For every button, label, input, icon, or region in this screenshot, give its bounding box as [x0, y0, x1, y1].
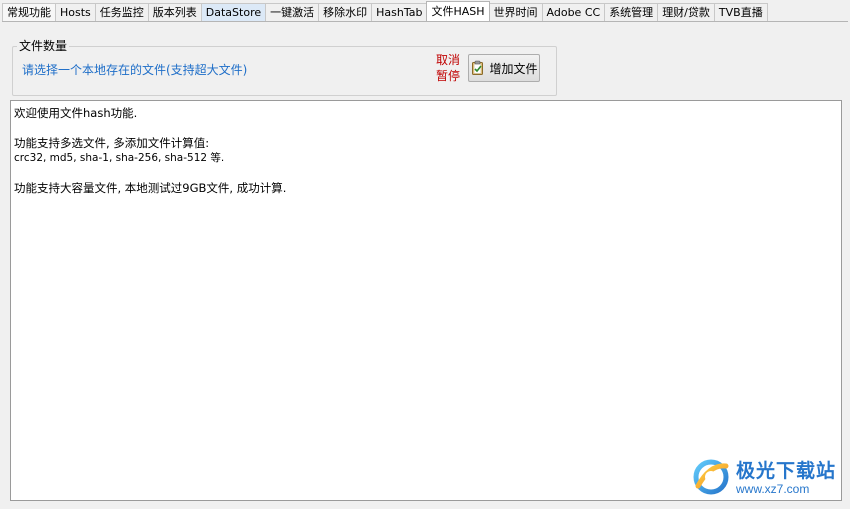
tab-one-click-activate[interactable]: 一键激活: [265, 3, 320, 21]
tab-general[interactable]: 常规功能: [2, 3, 56, 21]
watermark-title: 极光下载站: [736, 460, 837, 482]
clipboard-check-icon: [470, 60, 486, 76]
tab-remove-watermark[interactable]: 移除水印: [318, 3, 373, 21]
tab-hosts[interactable]: Hosts: [55, 3, 96, 21]
tab-task-monitor[interactable]: 任务监控: [94, 3, 149, 21]
output-line: 欢迎使用文件hash功能.: [14, 106, 138, 120]
tab-version-list[interactable]: 版本列表: [147, 3, 202, 21]
file-group-title: 文件数量: [17, 39, 70, 53]
tab-datastore[interactable]: DataStore: [200, 3, 267, 21]
tab-finance-loan[interactable]: 理财/贷款: [657, 3, 715, 21]
cancel-link[interactable]: 取消: [436, 53, 460, 67]
aurora-logo-icon: [690, 456, 732, 501]
tab-tvb-live[interactable]: TVB直播: [713, 3, 768, 21]
add-file-label: 增加文件: [489, 61, 538, 76]
hash-output-textarea[interactable]: 欢迎使用文件hash功能. 功能支持多选文件, 多添加文件计算值: crc32,…: [10, 100, 842, 501]
tab-world-time[interactable]: 世界时间: [488, 3, 543, 21]
watermark-url: www.xz7.com: [736, 482, 810, 496]
site-watermark: 极光下载站 www.xz7.com: [690, 452, 840, 504]
tab-file-hash[interactable]: 文件HASH: [426, 1, 490, 21]
tab-system-management[interactable]: 系统管理: [604, 3, 659, 21]
add-file-button[interactable]: 增加文件: [468, 54, 540, 82]
output-line: crc32, md5, sha-1, sha-256, sha-512 等.: [14, 152, 225, 164]
output-blank-line: [14, 166, 838, 181]
output-line: 功能支持多选文件, 多添加文件计算值:: [14, 136, 210, 150]
tab-adobe-cc[interactable]: Adobe CC: [541, 3, 606, 21]
output-line: 功能支持大容量文件, 本地测试过9GB文件, 成功计算.: [14, 181, 287, 195]
output-blank-line: [14, 121, 838, 136]
select-file-link[interactable]: 请选择一个本地存在的文件(支持超大文件): [22, 63, 247, 77]
tab-divider: [2, 21, 848, 22]
pause-link[interactable]: 暂停: [436, 69, 460, 83]
tab-strip: 常规功能 Hosts 任务监控 版本列表 DataStore 一键激活 移除水印…: [2, 1, 768, 21]
tab-hashtab[interactable]: HashTab: [371, 3, 428, 21]
